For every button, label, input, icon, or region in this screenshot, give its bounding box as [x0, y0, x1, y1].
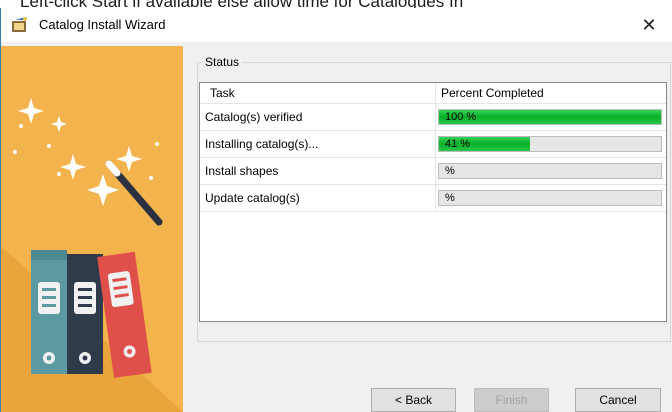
- progress-bar: %: [438, 163, 662, 179]
- column-header-task[interactable]: Task: [210, 83, 235, 103]
- task-row[interactable]: Install shapes %: [200, 158, 666, 185]
- task-name: Install shapes: [205, 164, 279, 178]
- binder-icon: [31, 250, 152, 378]
- task-row[interactable]: Update catalog(s) %: [200, 185, 666, 212]
- progress-text: 100 %: [445, 111, 477, 123]
- wizard-app-icon: [12, 17, 27, 32]
- background-document-text: Left-click Start if available else allow…: [0, 0, 672, 8]
- task-row[interactable]: Catalog(s) verified 100 %: [200, 104, 666, 131]
- progress-text: %: [445, 192, 455, 204]
- progress-bar: 100 %: [438, 109, 662, 125]
- wizard-banner-illustration: [1, 46, 183, 412]
- status-group-label: Status: [202, 55, 243, 69]
- close-icon: ✕: [641, 14, 657, 35]
- task-list[interactable]: Task Percent Completed Catalog(s) verifi…: [199, 82, 667, 322]
- progress-text: 41 %: [445, 138, 471, 150]
- window-title: Catalog Install Wizard: [39, 17, 166, 32]
- back-button[interactable]: < Back: [371, 388, 456, 412]
- cancel-button[interactable]: Cancel: [575, 388, 661, 412]
- progress-bar: 41 %: [438, 136, 662, 152]
- finish-button[interactable]: Finish: [474, 388, 549, 412]
- title-bar: Catalog Install Wizard ✕: [1, 8, 672, 42]
- wizard-window: Catalog Install Wizard ✕ Status Task Per…: [0, 8, 672, 412]
- task-row[interactable]: Installing catalog(s)... 41 %: [200, 131, 666, 158]
- progress-text: %: [445, 165, 455, 177]
- task-list-header: Task Percent Completed: [200, 83, 666, 104]
- task-name: Catalog(s) verified: [205, 110, 303, 124]
- close-button[interactable]: ✕: [626, 8, 672, 42]
- column-header-percent[interactable]: Percent Completed: [441, 83, 544, 103]
- progress-bar: %: [438, 190, 662, 206]
- task-name: Installing catalog(s)...: [205, 137, 319, 151]
- task-name: Update catalog(s): [205, 191, 300, 205]
